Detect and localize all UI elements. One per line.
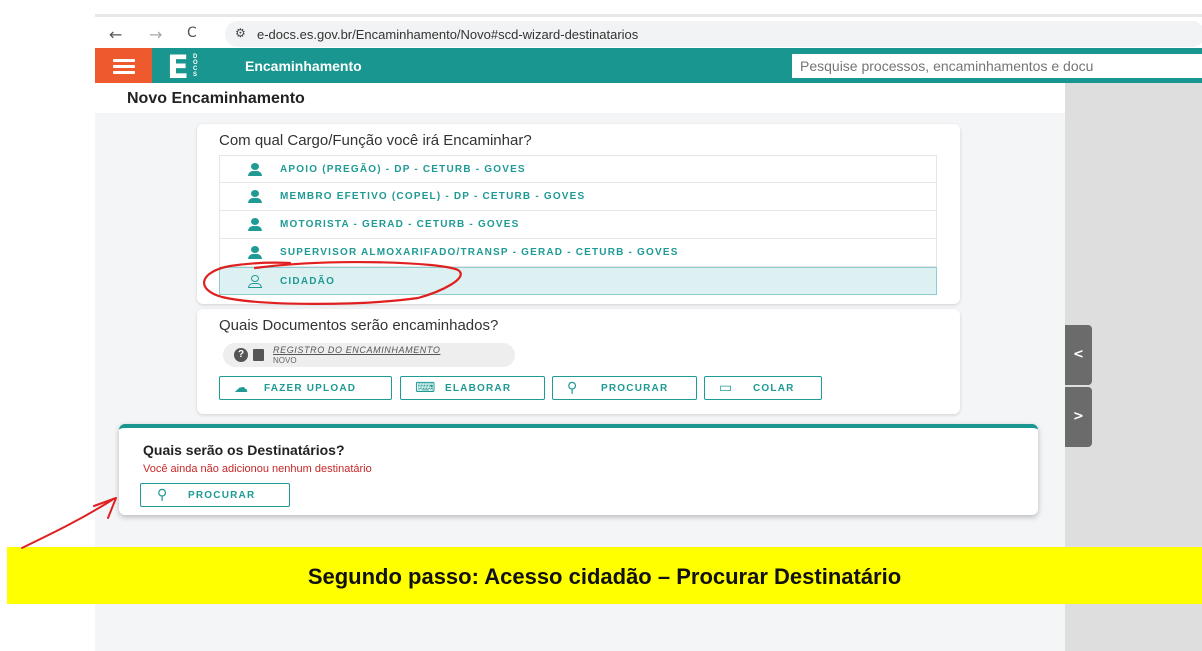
- screen: ← → C ⚙ e-docs.es.gov.br/Encaminhamento/…: [0, 0, 1202, 651]
- cargo-option-label: CIDADÃO: [280, 276, 336, 287]
- elaborar-button[interactable]: ⌨ ELABORAR: [400, 376, 545, 400]
- help-icon[interactable]: ?: [234, 348, 248, 362]
- page-title: Novo Encaminhamento: [127, 90, 305, 107]
- menu-line-icon: [113, 65, 135, 68]
- search-recipient-label: PROCURAR: [188, 490, 256, 501]
- search-icon: ⚲: [567, 380, 579, 396]
- url-text: e-docs.es.gov.br/Encaminhamento/Novo#scd…: [257, 27, 639, 42]
- document-status: NOVO: [273, 356, 297, 365]
- cargo-option[interactable]: APOIO (PREGÃO) - DP - CETURB - GOVES: [219, 155, 937, 183]
- document-chip[interactable]: ? REGISTRO DO ENCAMINHAMENTO NOVO: [223, 343, 515, 367]
- document-icon: [253, 349, 264, 361]
- cargo-option-label: MEMBRO EFETIVO (COPEL) - DP - CETURB - G…: [280, 191, 586, 202]
- cloud-upload-icon: ☁: [234, 380, 250, 396]
- person-icon: [248, 218, 262, 232]
- app-header: E DOCS Encaminhamento: [95, 48, 1202, 86]
- person-icon: [248, 163, 262, 177]
- colar-button[interactable]: ▭ COLAR: [704, 376, 822, 400]
- collapse-panel-button[interactable]: <: [1065, 325, 1092, 385]
- menu-line-icon: [113, 59, 135, 62]
- logo-sub: DOCS: [193, 54, 198, 78]
- recipients-card: Quais serão os Destinatários? Você ainda…: [119, 424, 1038, 515]
- keyboard-icon: ⌨: [415, 380, 437, 396]
- document-name[interactable]: REGISTRO DO ENCAMINHAMENTO: [273, 345, 440, 355]
- cargo-option[interactable]: MEMBRO EFETIVO (COPEL) - DP - CETURB - G…: [219, 183, 937, 211]
- forward-arrow-icon[interactable]: →: [149, 25, 162, 44]
- cargo-option[interactable]: MOTORISTA - GERAD - CETURB - GOVES: [219, 211, 937, 239]
- upload-label: FAZER UPLOAD: [264, 383, 357, 394]
- search-icon: ⚲: [157, 487, 169, 503]
- procurar-label: PROCURAR: [601, 383, 669, 394]
- person-icon: [248, 190, 262, 204]
- instruction-banner: Segundo passo: Acesso cidadão – Procurar…: [7, 547, 1202, 604]
- instruction-text: Segundo passo: Acesso cidadão – Procurar…: [307, 564, 902, 589]
- documents-question: Quais Documentos serão encaminhados?: [219, 317, 499, 334]
- expand-panel-button[interactable]: >: [1065, 387, 1092, 447]
- cargo-option-selected[interactable]: CIDADÃO: [219, 267, 937, 295]
- search-input[interactable]: [792, 54, 1202, 78]
- cargo-option-label: SUPERVISOR ALMOXARIFADO/TRANSP - GERAD -…: [280, 247, 679, 258]
- procurar-document-button[interactable]: ⚲ PROCURAR: [552, 376, 697, 400]
- colar-label: COLAR: [753, 383, 795, 394]
- hamburger-menu-button[interactable]: [95, 48, 152, 83]
- edocs-logo[interactable]: E DOCS: [167, 48, 207, 86]
- address-bar[interactable]: ⚙ e-docs.es.gov.br/Encaminhamento/Novo#s…: [225, 21, 1202, 47]
- cargo-option-label: MOTORISTA - GERAD - CETURB - GOVES: [280, 219, 520, 230]
- back-arrow-icon[interactable]: ←: [109, 25, 122, 44]
- cargo-list: APOIO (PREGÃO) - DP - CETURB - GOVES MEM…: [219, 155, 937, 295]
- logo-letter: E: [167, 48, 189, 86]
- clipboard-icon: ▭: [719, 380, 734, 396]
- search-recipient-button[interactable]: ⚲ PROCURAR: [140, 483, 290, 507]
- person-icon: [248, 246, 262, 260]
- site-settings-icon[interactable]: ⚙: [235, 26, 246, 40]
- page-header: Novo Encaminhamento: [95, 83, 1065, 113]
- menu-line-icon: [113, 71, 135, 74]
- cargo-option-label: APOIO (PREGÃO) - DP - CETURB - GOVES: [280, 164, 526, 175]
- recipients-question: Quais serão os Destinatários?: [143, 442, 345, 458]
- reload-icon[interactable]: C: [187, 25, 197, 41]
- person-outline-icon: [248, 275, 262, 289]
- upload-button[interactable]: ☁ FAZER UPLOAD: [219, 376, 392, 400]
- no-recipients-message: Você ainda não adicionou nenhum destinat…: [143, 463, 372, 475]
- documents-card: Quais Documentos serão encaminhados? ? R…: [197, 309, 960, 414]
- cargo-option[interactable]: SUPERVISOR ALMOXARIFADO/TRANSP - GERAD -…: [219, 239, 937, 267]
- app-title: Encaminhamento: [245, 58, 362, 74]
- browser-toolbar: ← → C ⚙ e-docs.es.gov.br/Encaminhamento/…: [95, 14, 1202, 48]
- cargo-question: Com qual Cargo/Função você irá Encaminha…: [219, 132, 532, 149]
- elaborar-label: ELABORAR: [445, 383, 512, 394]
- cargo-card: Com qual Cargo/Função você irá Encaminha…: [197, 124, 960, 304]
